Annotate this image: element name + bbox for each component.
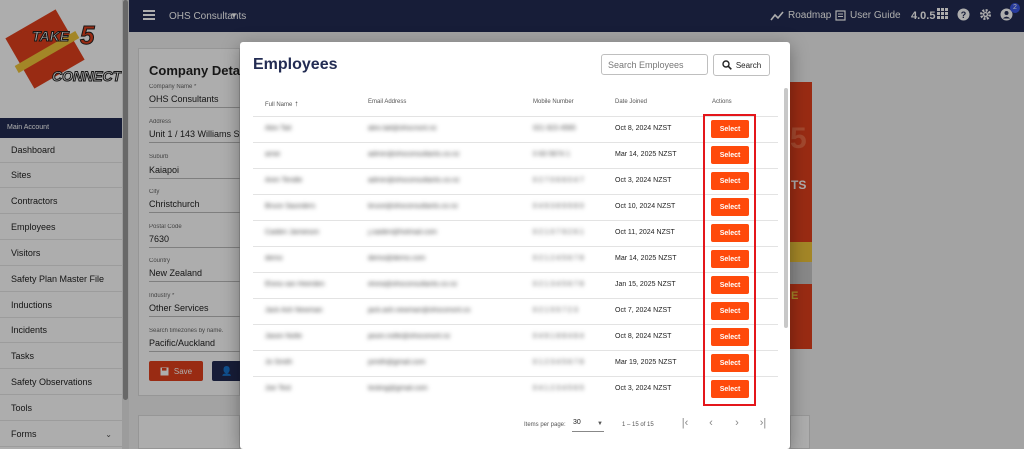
first-page-icon[interactable]: |‹: [678, 417, 692, 429]
employee-name: Caiden Jamieson: [265, 229, 320, 236]
table-row: Jason Nolte jason.nolte@ohsconsnt.nz 0 4…: [253, 324, 778, 350]
employee-name: Joe Test: [265, 385, 291, 392]
search-button[interactable]: Search: [713, 54, 770, 76]
table-row: Jo Smith jsmith@gmail.com 0 1 2 3 4 5 6 …: [253, 350, 778, 376]
employee-mobile: 0 2 1 2 4 5 6 7 8: [533, 255, 584, 262]
column-header-full-name[interactable]: Full Name ↑: [265, 99, 298, 108]
employee-email: demo@demo.com: [368, 255, 426, 262]
employee-email: jason.nolte@ohsconsnt.nz: [368, 333, 451, 340]
employee-mobile: 0 4 9 3 8 9 9 8 0: [533, 203, 584, 210]
table-row: Bruce Saunders bruce@ohsconsultants.co.n…: [253, 194, 778, 220]
employees-dialog: Employees Search Full Name↑ Email Addres…: [240, 42, 790, 449]
employee-date-joined: Oct 8, 2024 NZST: [615, 125, 672, 132]
employee-date-joined: Mar 14, 2025 NZST: [615, 255, 677, 262]
table-row: Alex Tait alex.tait@ohscnsnt.nz 021 823 …: [253, 116, 778, 142]
employee-email: j.caiden@hotmail.com: [368, 229, 437, 236]
employee-email: jack.ash.newman@ohsconsnt.co: [368, 307, 471, 314]
column-header-label: Full Name: [265, 102, 293, 108]
employee-mobile: 0 2 1 0 7 9 2 6 1: [533, 229, 584, 236]
page-size-value: 30: [573, 419, 581, 426]
employee-date-joined: Oct 11, 2024 NZST: [615, 229, 675, 236]
table-row: amie admin@ohsconsultants.co.nz 0 83 567…: [253, 142, 778, 168]
employee-name: demo: [265, 255, 283, 262]
employee-date-joined: Oct 8, 2024 NZST: [615, 333, 672, 340]
employee-mobile: 0 2 7 0 6 6 0 4 7: [533, 177, 584, 184]
page-size-select[interactable]: 30 ▼: [572, 419, 604, 432]
employee-date-joined: Jan 15, 2025 NZST: [615, 281, 676, 288]
employee-name: Jo Smith: [265, 359, 293, 366]
caret-down-icon: ▼: [597, 421, 603, 427]
table-row: Elvira van Heerden elvira@ohsconsultants…: [253, 272, 778, 298]
items-per-page-label: Items per page:: [524, 422, 566, 428]
select-column-highlight: [703, 114, 756, 406]
previous-page-icon[interactable]: ‹: [704, 417, 718, 429]
employee-mobile: 0 1 2 3 4 5 6 7 8: [533, 359, 584, 366]
employee-mobile: 0 4 9 1 8 8 4 8 4: [533, 333, 584, 340]
column-header-email: Email Address: [368, 99, 407, 105]
table-row: Caiden Jamieson j.caiden@hotmail.com 0 2…: [253, 220, 778, 246]
table-row: Aren Tendle admin@ohsconsultants.co.nz 0…: [253, 168, 778, 194]
column-header-mobile: Mobile Number: [533, 99, 574, 105]
table-row: Joe Test testing@gmail.com 0 4 1 2 3 4 5…: [253, 376, 778, 402]
employee-name: Aren Tendle: [265, 177, 303, 184]
employee-email: jsmith@gmail.com: [368, 359, 426, 366]
dialog-scrollbar[interactable]: [784, 88, 788, 328]
table-row: demo demo@demo.com 0 2 1 2 4 5 6 7 8 Mar…: [253, 246, 778, 272]
search-icon: [722, 60, 732, 70]
column-header-actions: Actions: [712, 99, 732, 105]
employee-email: admin@ohsconsultants.co.nz: [368, 177, 460, 184]
employee-date-joined: Oct 3, 2024 NZST: [615, 177, 672, 184]
employee-name: Elvira van Heerden: [265, 281, 325, 288]
employee-name: amie: [265, 151, 281, 158]
search-employees-input[interactable]: [601, 54, 708, 75]
dialog-title: Employees: [253, 56, 338, 73]
employee-name: Jason Nolte: [265, 333, 302, 340]
employee-date-joined: Oct 3, 2024 NZST: [615, 385, 672, 392]
search-button-label: Search: [735, 60, 762, 70]
employee-date-joined: Oct 7, 2024 NZST: [615, 307, 672, 314]
column-header-date-joined: Date Joined: [615, 99, 648, 105]
employee-date-joined: Mar 14, 2025 NZST: [615, 151, 677, 158]
employee-email: testing@gmail.com: [368, 385, 428, 392]
next-page-icon[interactable]: ›: [730, 417, 744, 429]
employee-mobile: 0 83 5674 1: [533, 151, 570, 158]
employee-email: admin@ohsconsultants.co.nz: [368, 151, 460, 158]
employee-mobile: 021 823 4565: [533, 125, 576, 132]
employee-email: bruce@ohsconsultants.co.nz: [368, 203, 458, 210]
employee-mobile: 0 2 1 3 4 5 6 7 8: [533, 281, 584, 288]
employee-name: Alex Tait: [265, 125, 292, 132]
sort-arrow-up-icon: ↑: [294, 99, 299, 108]
employee-date-joined: Mar 19, 2025 NZST: [615, 359, 677, 366]
employee-mobile: 0 4 1 2 3 4 5 6 5: [533, 385, 584, 392]
employee-date-joined: Oct 10, 2024 NZST: [615, 203, 676, 210]
employee-mobile: 0 2 1 5 5 7 2 3: [533, 307, 578, 314]
employee-name: Jack Ash Newman: [265, 307, 323, 314]
employee-email: elvira@ohsconsultants.co.nz: [368, 281, 458, 288]
last-page-icon[interactable]: ›|: [756, 417, 770, 429]
employee-email: alex.tait@ohscnsnt.nz: [368, 125, 437, 132]
table-row: Jack Ash Newman jack.ash.newman@ohsconsn…: [253, 298, 778, 324]
page-range: 1 – 15 of 15: [622, 422, 654, 428]
employee-name: Bruce Saunders: [265, 203, 316, 210]
